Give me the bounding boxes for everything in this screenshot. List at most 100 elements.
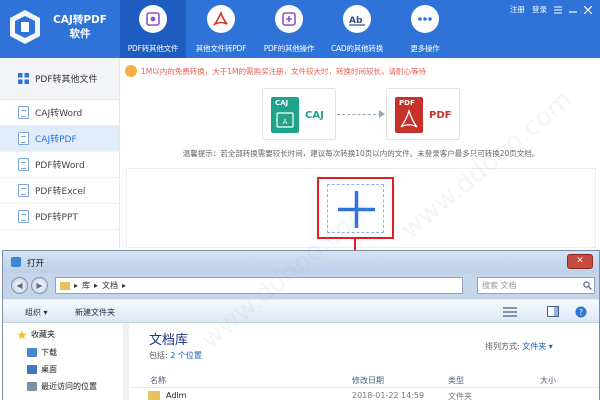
column-type[interactable]: 类型: [448, 375, 464, 386]
pdf-settings-icon: [275, 5, 303, 33]
mascot-icon: [125, 65, 137, 77]
nav-label: PDF转其他文件: [127, 44, 179, 53]
sidebar: PDF转其他文件 CAJ转Word CAJ转PDF PDF转Word PDF转E…: [0, 58, 120, 248]
sidebar-item-pdf-to-ppt[interactable]: PDF转PPT: [0, 204, 119, 230]
view-options-icon[interactable]: [503, 307, 517, 317]
free-limit-notice: 1M以内的免费转换，大于1M的需购买注册，文件较大时，转换时间较长，请耐心等待: [121, 63, 600, 79]
sidebar-item-caj-to-pdf[interactable]: CAJ转PDF: [0, 126, 119, 152]
tree-item-recent-places[interactable]: 最近访问的位置: [27, 381, 97, 392]
download-folder-icon: [27, 348, 37, 357]
notice-text: 1M以内的免费转换，大于1M的需购买注册，文件较大时，转换时间较长，请耐心等待: [141, 66, 426, 76]
includes-locations-link[interactable]: 2 个位置: [170, 351, 202, 360]
sidebar-item-label: CAJ转Word: [35, 109, 83, 119]
sidebar-item-label: PDF转Excel: [35, 187, 86, 197]
dialog-toolbar: 组织 ▾ 新建文件夹 ?: [3, 299, 599, 323]
file-list-header: 名称 修改日期 类型 大小: [130, 370, 599, 388]
convert-arrow-head: [379, 110, 385, 118]
tree-item-label: 下载: [41, 348, 57, 357]
tree-item-label: 桌面: [41, 365, 57, 374]
column-modified[interactable]: 修改日期: [352, 375, 384, 386]
sidebar-header: PDF转其他文件: [0, 58, 119, 100]
sidebar-item-label: PDF转Word: [35, 161, 85, 171]
open-file-dialog: 打开 ✕ ◀ ▶ ▸ 库 ▸ 文档 ▸ 搜索 文档 组织 ▾ 新建文件夹 ? 收…: [2, 250, 600, 400]
dialog-app-icon: [11, 257, 21, 267]
tip-text: 温馨提示：若全部转换需要较长时间，建议每次转换10页以内的文件。未登录客户最多只…: [182, 149, 540, 158]
sidebar-item-label: PDF转PPT: [35, 213, 78, 223]
search-input[interactable]: 搜索 文档: [477, 277, 595, 294]
navigation-tree: 收藏夹 下载 桌面 最近访问的位置: [3, 323, 129, 400]
dialog-title: 打开: [27, 259, 45, 269]
tree-item-desktop[interactable]: 桌面: [27, 364, 57, 375]
minimize-icon[interactable]: [569, 6, 577, 14]
back-button[interactable]: ◀: [11, 277, 28, 294]
desktop-icon: [27, 365, 37, 374]
path-separator: ▸: [94, 281, 99, 290]
add-file-target[interactable]: [327, 184, 384, 233]
nav-other-to-pdf[interactable]: 其他文件转PDF: [188, 0, 254, 58]
preview-pane-icon[interactable]: [547, 306, 559, 317]
app-title: CAJ转PDF软件: [53, 14, 107, 40]
column-name[interactable]: 名称: [150, 375, 166, 386]
file-modified: 2018-01-22 14:59: [352, 391, 425, 400]
sidebar-item-pdf-to-excel[interactable]: PDF转Excel: [0, 178, 119, 204]
tree-item-favorites[interactable]: 收藏夹: [17, 329, 55, 340]
add-file-button[interactable]: [317, 177, 394, 239]
pdf-badge: PDF: [399, 99, 415, 107]
pdf-logo-icon: [207, 5, 235, 33]
recent-places-icon: [27, 382, 37, 391]
file-name: Adlm: [166, 391, 187, 400]
nav-label: CAD的其他转换: [330, 44, 384, 53]
address-row: ◀ ▶ ▸ 库 ▸ 文档 ▸ 搜索 文档: [3, 273, 599, 299]
search-icon[interactable]: [583, 281, 592, 290]
tree-item-downloads[interactable]: 下载: [27, 347, 57, 358]
breadcrumb-library[interactable]: 库: [82, 280, 90, 291]
dialog-titlebar: 打开 ✕: [3, 251, 599, 273]
document-icon: [18, 210, 29, 223]
column-size[interactable]: 大小: [540, 375, 556, 386]
plus-icon: [338, 191, 375, 228]
dialog-close-button[interactable]: ✕: [567, 254, 593, 269]
arrange-by: 排列方式: 文件夹 ▾: [485, 341, 553, 352]
close-icon[interactable]: [584, 5, 592, 14]
settings-menu-icon[interactable]: [554, 6, 562, 14]
nav-label: 更多操作: [410, 44, 440, 53]
document-icon: [18, 106, 29, 119]
sidebar-item-label: CAJ转PDF: [35, 135, 77, 145]
pdf-label: PDF: [429, 110, 452, 121]
favorites-icon: [17, 330, 27, 339]
file-type: 文件夹: [448, 392, 472, 400]
library-title: 文档库: [149, 333, 189, 348]
path-separator: ▸: [122, 281, 127, 290]
nav-more-ops[interactable]: 更多操作: [392, 0, 458, 58]
address-bar[interactable]: ▸ 库 ▸ 文档 ▸: [55, 277, 463, 294]
forward-button[interactable]: ▶: [31, 277, 48, 294]
pdf-convert-icon: [139, 5, 167, 33]
login-link[interactable]: 登录: [532, 4, 547, 15]
includes-label: 包括:: [149, 351, 168, 360]
help-icon[interactable]: ?: [575, 306, 587, 318]
arrange-label: 排列方式:: [485, 342, 520, 351]
tree-scrollbar[interactable]: [123, 323, 129, 400]
convert-arrow-line: [337, 114, 381, 115]
top-links: 注册 登录: [510, 4, 592, 15]
app-header: CAJ转PDF软件 PDF转其他文件 其他文件转PDF PDF的其他操作 Ab …: [0, 0, 600, 58]
cad-icon: Ab: [343, 5, 371, 33]
new-folder-button[interactable]: 新建文件夹: [75, 307, 115, 318]
register-link[interactable]: 注册: [510, 4, 525, 15]
document-icon: [18, 132, 29, 145]
document-icon: [18, 158, 29, 171]
sidebar-item-caj-to-word[interactable]: CAJ转Word: [0, 100, 119, 126]
path-separator: ▸: [74, 281, 79, 290]
arrange-dropdown[interactable]: 文件夹 ▾: [522, 342, 553, 351]
grid-icon: [18, 73, 29, 84]
nav-cad-convert[interactable]: Ab CAD的其他转换: [324, 0, 390, 58]
tree-item-label: 收藏夹: [31, 330, 55, 339]
nav-pdf-to-other[interactable]: PDF转其他文件: [120, 0, 186, 58]
nav-pdf-other-ops[interactable]: PDF的其他操作: [256, 0, 322, 58]
file-row[interactable]: Adlm 2018-01-22 14:59 文件夹: [130, 389, 599, 400]
sidebar-item-pdf-to-word[interactable]: PDF转Word: [0, 152, 119, 178]
library-includes: 包括: 2 个位置: [149, 350, 202, 361]
tree-item-label: 最近访问的位置: [41, 382, 97, 391]
organize-button[interactable]: 组织 ▾: [25, 307, 48, 318]
breadcrumb-documents[interactable]: 文档: [102, 280, 118, 291]
